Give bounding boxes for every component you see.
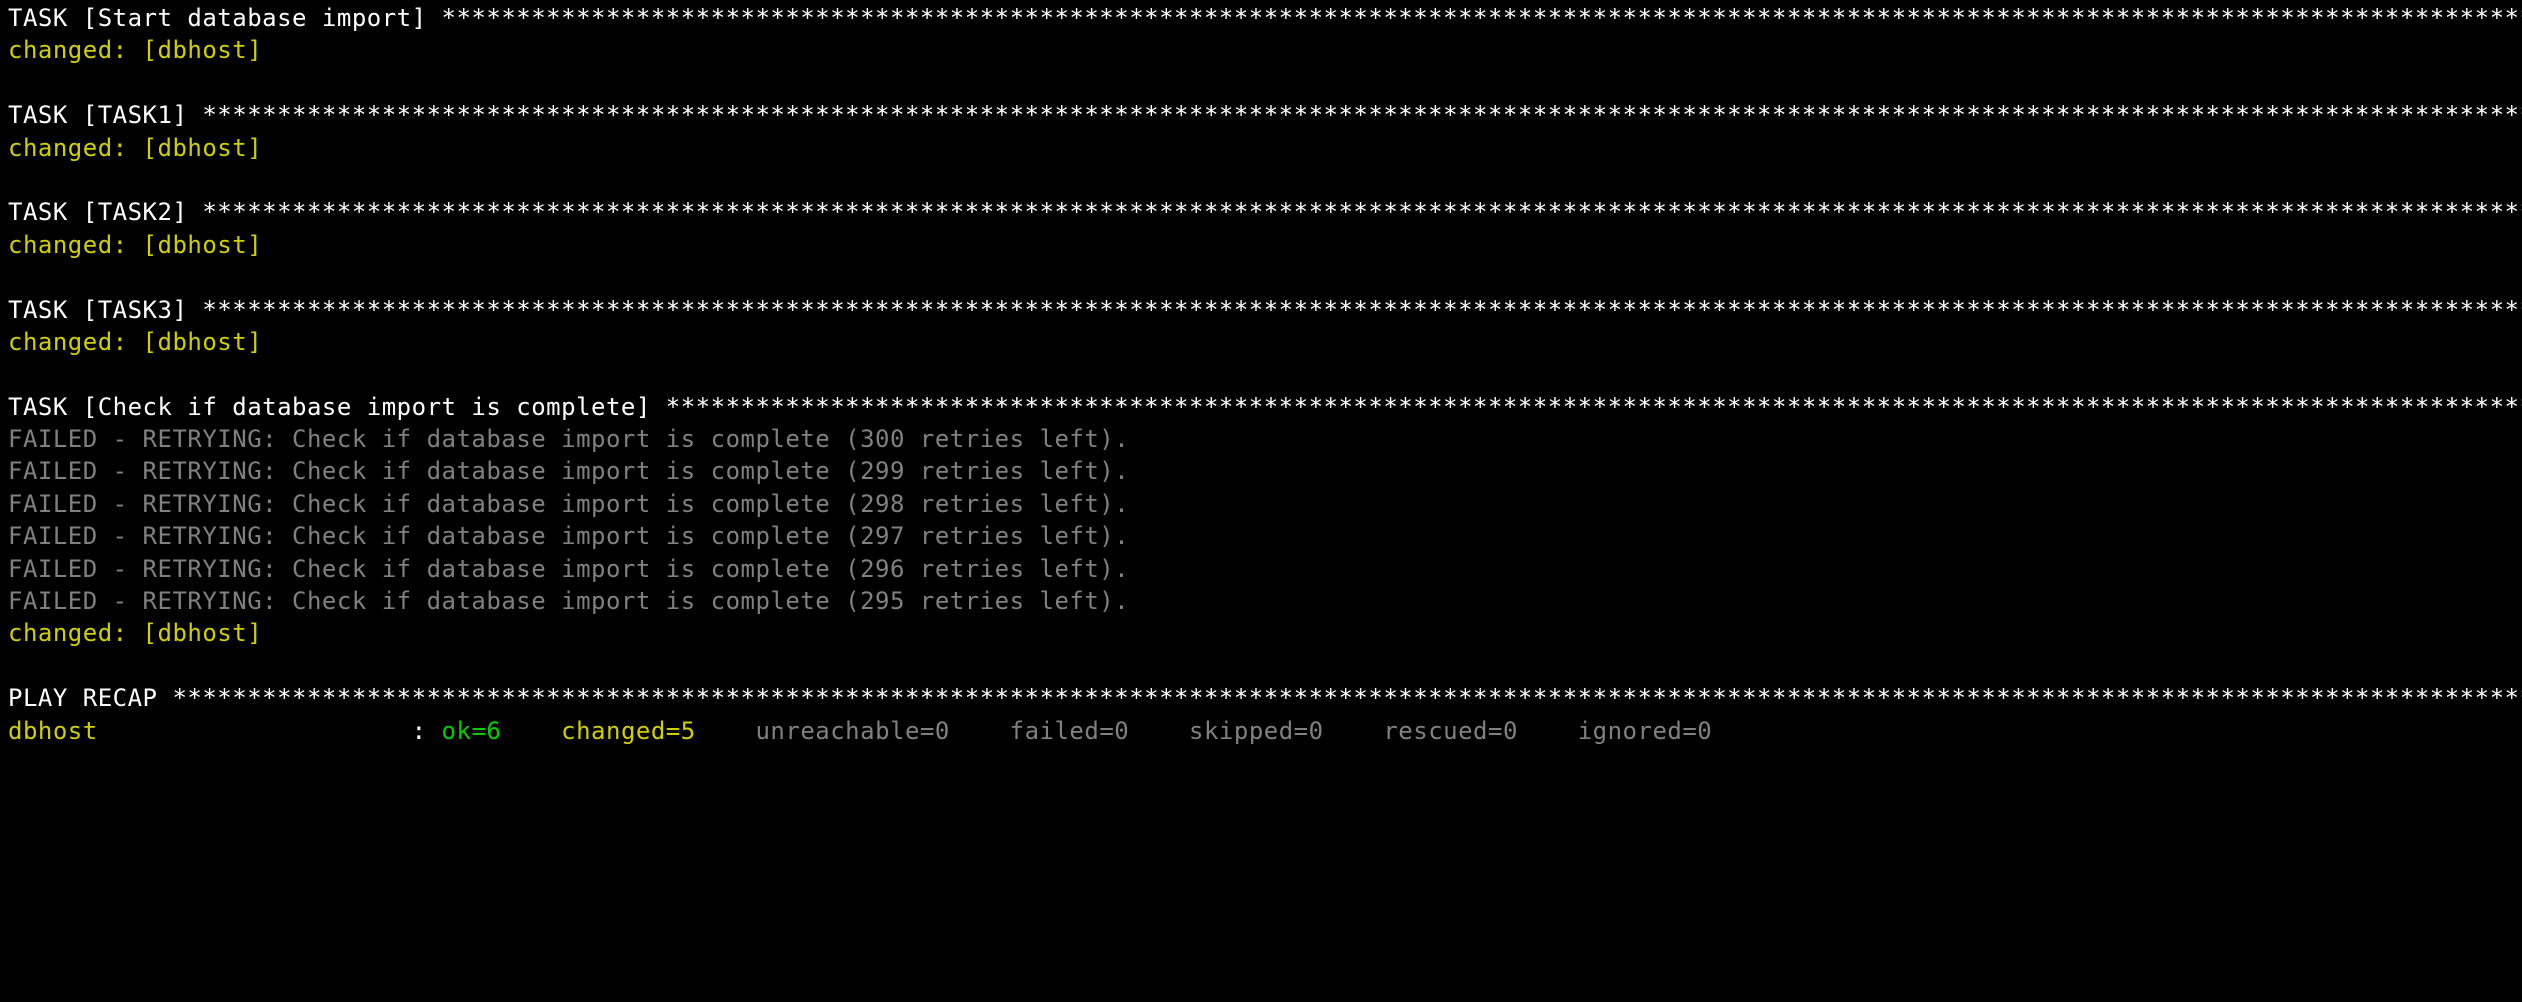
task-retry-line: FAILED - RETRYING: Check if database imp… — [8, 488, 2514, 520]
task-retry-line: FAILED - RETRYING: Check if database imp… — [8, 423, 2514, 455]
task-retry-line: FAILED - RETRYING: Check if database imp… — [8, 520, 2514, 552]
terminal-output: TASK [Start database import] ***********… — [0, 0, 2522, 755]
recap-changed: changed=5 — [561, 717, 755, 745]
blank-line — [8, 67, 2514, 99]
recap-host: dbhost — [8, 717, 412, 745]
blank-line — [8, 261, 2514, 293]
task-result-changed: changed: [dbhost] — [8, 34, 2514, 66]
blank-line — [8, 164, 2514, 196]
task-retry-line: FAILED - RETRYING: Check if database imp… — [8, 553, 2514, 585]
recap-failed: failed=0 — [1010, 717, 1189, 745]
play-recap-header: PLAY RECAP *****************************… — [8, 682, 2514, 714]
task-header: TASK [Start database import] ***********… — [8, 2, 2514, 34]
recap-skipped: skipped=0 — [1189, 717, 1383, 745]
recap-rescued: rescued=0 — [1383, 717, 1577, 745]
task-retry-line: FAILED - RETRYING: Check if database imp… — [8, 585, 2514, 617]
blank-line — [8, 358, 2514, 390]
recap-ignored: ignored=0 — [1578, 717, 1713, 745]
task-header: TASK [Check if database import is comple… — [8, 391, 2514, 423]
recap-unreachable: unreachable=0 — [755, 717, 1009, 745]
task-header: TASK [TASK2] ***************************… — [8, 196, 2514, 228]
task-result-changed: changed: [dbhost] — [8, 229, 2514, 261]
recap-ok: ok=6 — [442, 717, 562, 745]
blank-line — [8, 650, 2514, 682]
task-header: TASK [TASK1] ***************************… — [8, 99, 2514, 131]
task-header: TASK [TASK3] ***************************… — [8, 294, 2514, 326]
task-retry-line: FAILED - RETRYING: Check if database imp… — [8, 455, 2514, 487]
task-result-changed: changed: [dbhost] — [8, 132, 2514, 164]
play-recap-row: dbhost : ok=6 changed=5 unreachable=0 fa… — [8, 715, 2514, 747]
task-result-changed: changed: [dbhost] — [8, 617, 2514, 649]
recap-colon: : — [412, 717, 442, 745]
task-result-changed: changed: [dbhost] — [8, 326, 2514, 358]
